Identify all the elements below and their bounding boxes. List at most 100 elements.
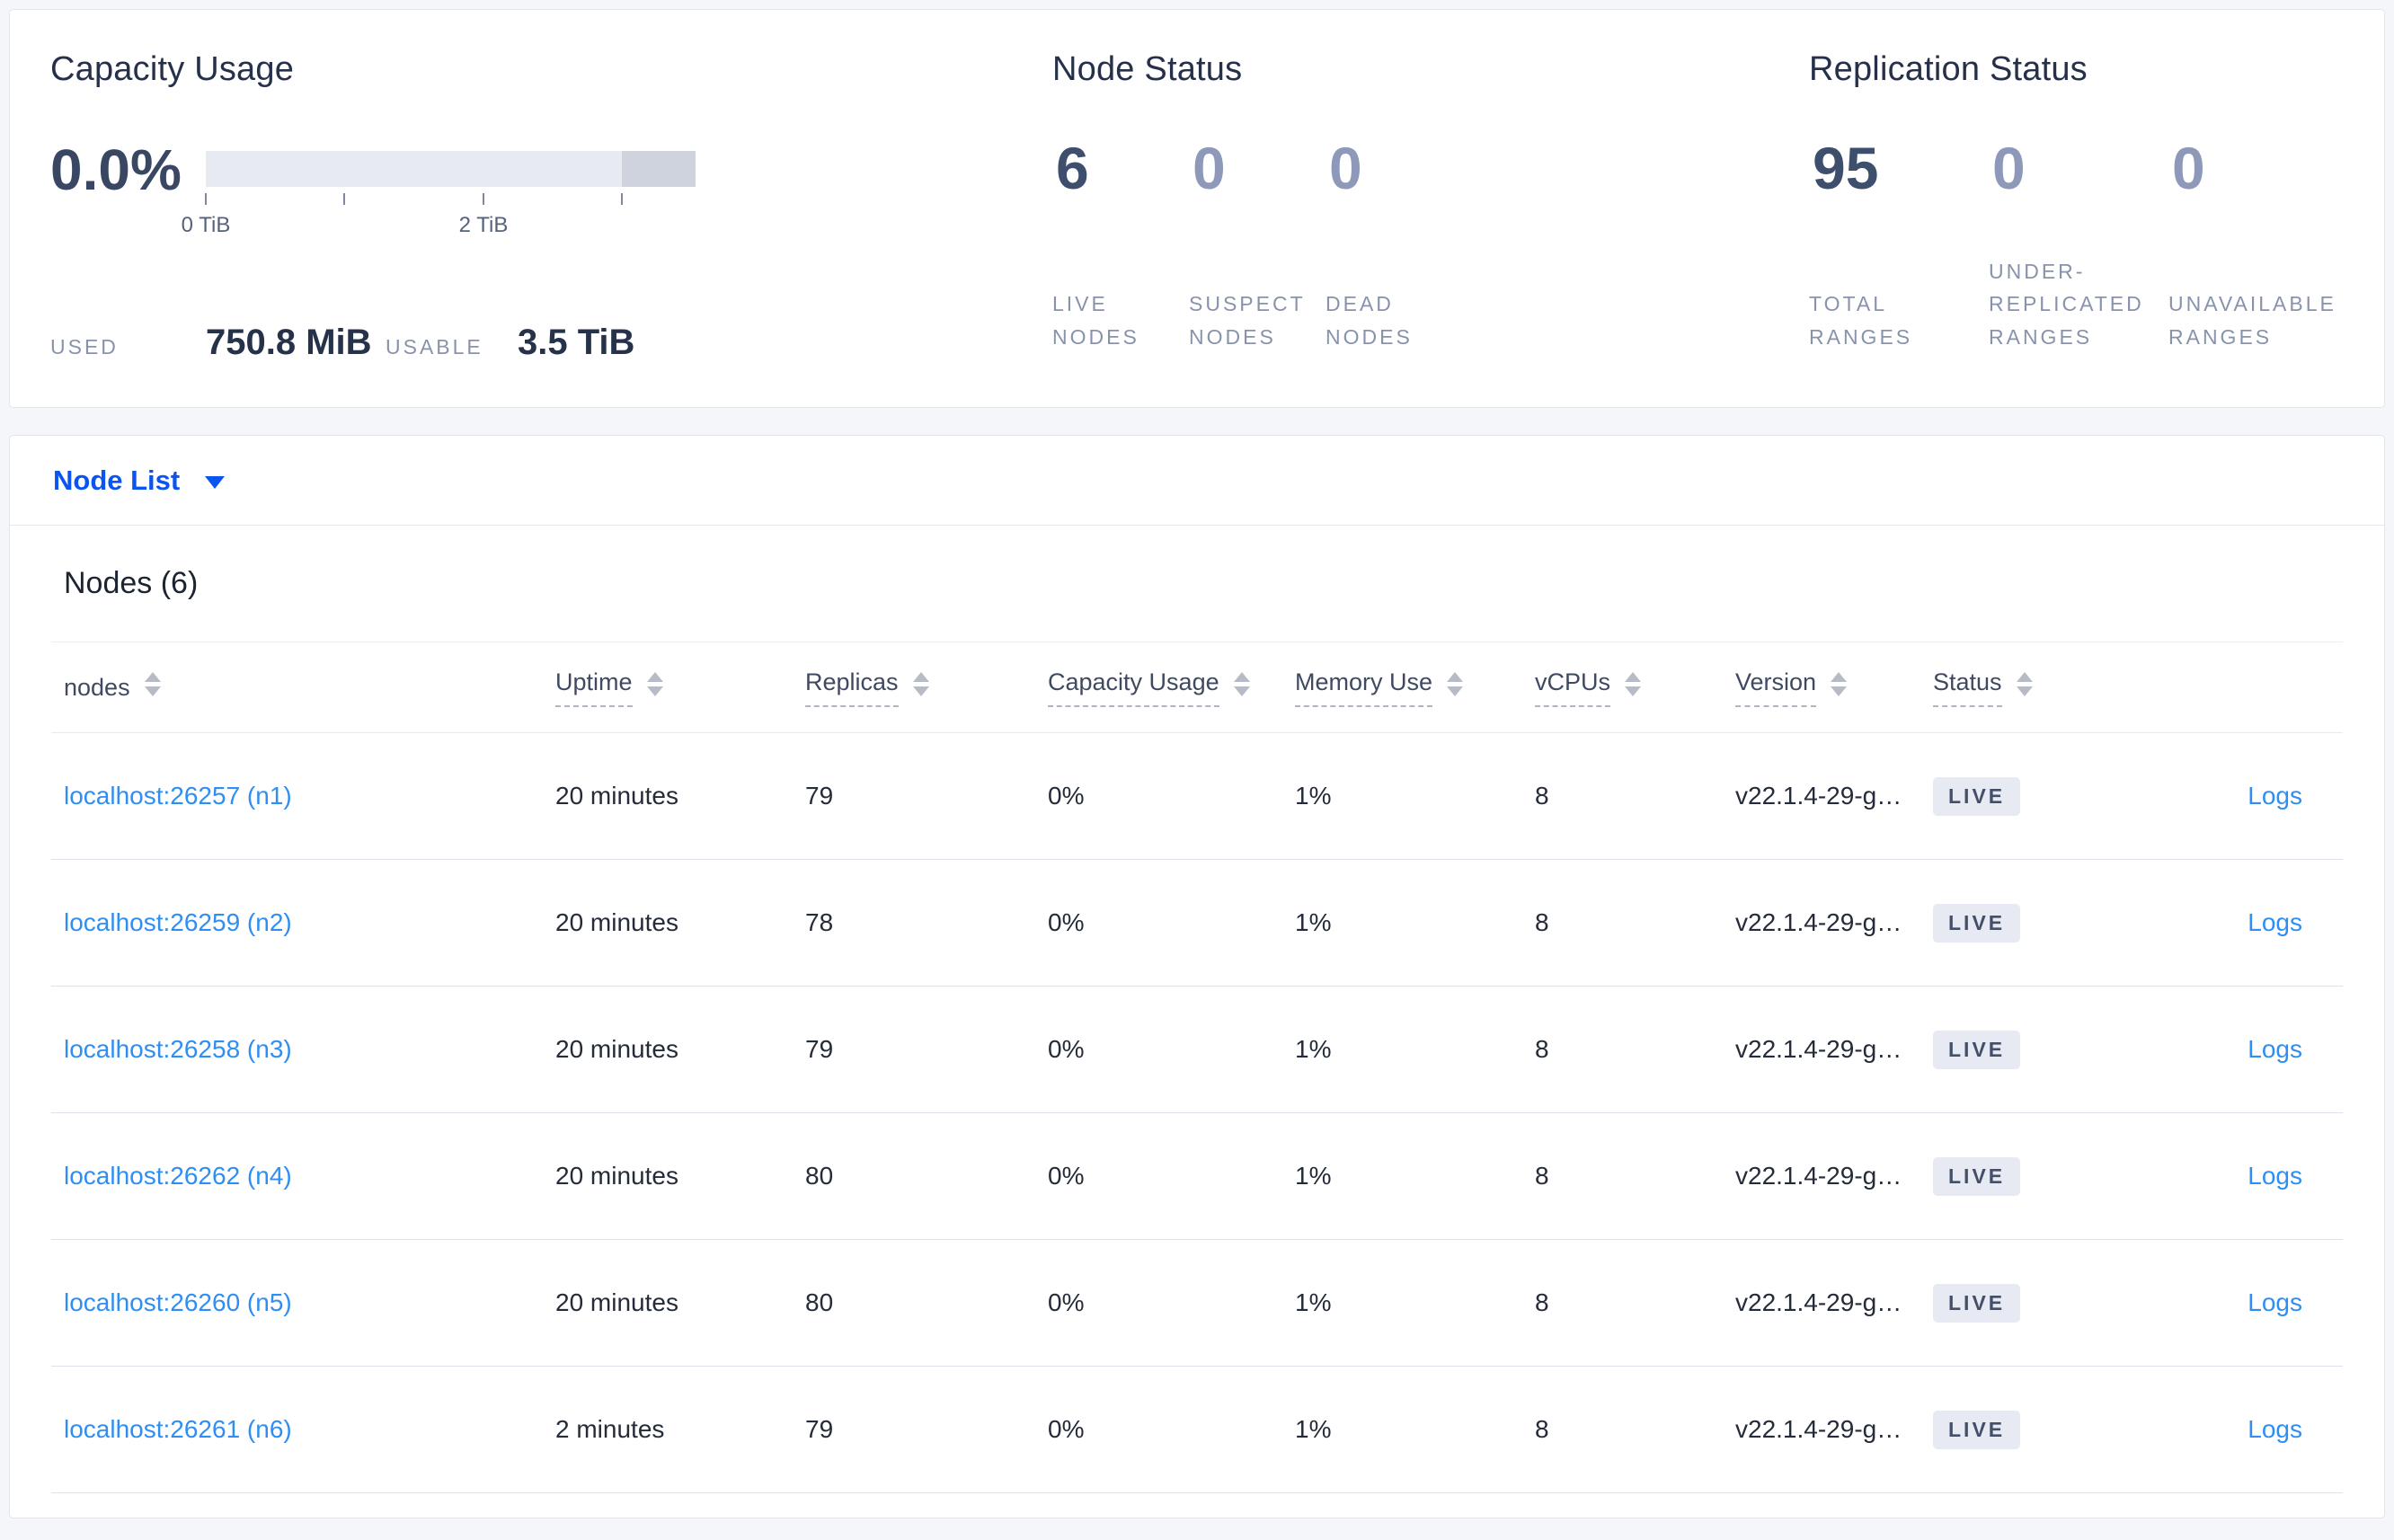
replicas-cell: 78 [805,908,834,936]
stat-unavailable-ranges: 0 UNAVAILABLE RANGES [2168,138,2335,354]
replicas-cell: 80 [805,1162,834,1190]
version-cell: v22.1.4-29-g… [1735,1288,1902,1316]
stat-total-ranges: 95 TOTAL RANGES [1809,138,1975,354]
stat-dead-nodes: 0 DEAD NODES [1326,138,1447,354]
replicas-cell: 80 [805,1288,834,1316]
vcpus-cell: 8 [1535,1035,1549,1063]
status-badge: LIVE [1933,1283,2021,1323]
axis-tick-label: 0 TiB [181,213,231,237]
vcpus-cell: 8 [1535,782,1549,810]
status-badge: LIVE [1933,1410,2021,1449]
table-row: localhost:26258 (n3) 20 minutes 79 0% 1%… [51,987,2343,1113]
vcpus-cell: 8 [1535,1162,1549,1190]
axis-tick [205,193,207,205]
stat-label: LIVE NODES [1052,292,1139,350]
node-link[interactable]: localhost:26261 (n6) [64,1415,292,1443]
capacity-bar-dark-segment [622,151,696,187]
used-value: 750.8 MiB [206,323,372,362]
column-header-vcpus[interactable]: vCPUs [1535,668,1735,707]
sort-icon [1625,672,1642,697]
node-link[interactable]: localhost:26257 (n1) [64,782,292,810]
cluster-overview-page: Capacity Usage 0.0% 0 TiB 2 TiB USED 750… [0,9,2394,1518]
stat-label: UNAVAILABLE RANGES [2168,292,2336,350]
stat-value: 0 [1193,135,1226,201]
logs-link[interactable]: Logs [2248,1415,2302,1443]
column-header-status[interactable]: Status [1933,668,2158,707]
stat-under-replicated-ranges: 0 UNDER-REPLICATED RANGES [1989,138,2155,354]
stat-label: SUSPECT NODES [1189,292,1306,350]
sort-icon [912,672,929,697]
uptime-cell: 20 minutes [555,908,678,936]
logs-link[interactable]: Logs [2248,908,2302,936]
summary-panel: Capacity Usage 0.0% 0 TiB 2 TiB USED 750… [9,9,2385,408]
status-badge: LIVE [1933,1030,2021,1069]
stat-label: UNDER-REPLICATED RANGES [1989,259,2144,350]
stat-value: 0 [1329,135,1362,201]
nodes-count-title: Nodes (6) [51,526,2343,642]
capacity-usage-section: Capacity Usage 0.0% 0 TiB 2 TiB USED 750… [10,10,1052,407]
replication-status-section: Replication Status 95 TOTAL RANGES 0 UND… [1809,10,2384,407]
version-cell: v22.1.4-29-g… [1735,1035,1902,1063]
vcpus-cell: 8 [1535,1415,1549,1443]
replicas-cell: 79 [805,1415,834,1443]
vcpus-cell: 8 [1535,908,1549,936]
column-header-capacity-usage[interactable]: Capacity Usage [1048,668,1295,707]
chevron-down-icon [205,475,226,489]
capacity-cell: 0% [1048,782,1085,810]
node-link[interactable]: localhost:26259 (n2) [64,908,292,936]
node-link[interactable]: localhost:26260 (n5) [64,1288,292,1316]
capacity-usage-title: Capacity Usage [50,50,295,88]
capacity-cell: 0% [1048,1035,1085,1063]
table-row: localhost:26262 (n4) 20 minutes 80 0% 1%… [51,1113,2343,1240]
replicas-cell: 79 [805,782,834,810]
usable-label: USABLE [386,335,483,358]
node-list-dropdown[interactable]: Node List [53,464,226,497]
axis-tick-label: 2 TiB [458,213,509,237]
capacity-metrics: USED 750.8 MiB USABLE 3.5 TiB [50,323,1052,363]
sort-icon [1447,672,1464,697]
logs-link[interactable]: Logs [2248,1288,2302,1316]
capacity-cell: 0% [1048,908,1085,936]
capacity-bar [206,151,696,187]
stat-live-nodes: 6 LIVE NODES [1052,138,1174,354]
table-header-row: nodes Uptime Replicas Capacity Usage Mem… [51,642,2343,733]
version-cell: v22.1.4-29-g… [1735,908,1902,936]
capacity-bar-chart: 0 TiB 2 TiB [182,151,696,240]
logs-link[interactable]: Logs [2248,782,2302,810]
memory-cell: 1% [1295,1035,1332,1063]
logs-link[interactable]: Logs [2248,1162,2302,1190]
sort-icon [646,672,663,697]
stat-value: 0 [2172,135,2205,201]
uptime-cell: 20 minutes [555,1162,678,1190]
logs-link[interactable]: Logs [2248,1035,2302,1063]
memory-cell: 1% [1295,1162,1332,1190]
stat-value: 6 [1056,135,1089,201]
node-list-panel: Node List Nodes (6) nodes Uptime Replica… [9,435,2385,1518]
axis-tick [483,193,484,205]
version-cell: v22.1.4-29-g… [1735,1162,1902,1190]
replication-status-title: Replication Status [1809,50,2088,88]
stat-value: 0 [1992,135,2026,201]
stat-label: TOTAL RANGES [1809,292,1913,350]
stat-suspect-nodes: 0 SUSPECT NODES [1189,138,1310,354]
node-list-dropdown-label: Node List [53,464,181,496]
column-header-memory-use[interactable]: Memory Use [1295,668,1535,707]
table-row: localhost:26259 (n2) 20 minutes 78 0% 1%… [51,860,2343,987]
column-header-nodes[interactable]: nodes [51,672,555,702]
version-cell: v22.1.4-29-g… [1735,782,1902,810]
memory-cell: 1% [1295,908,1332,936]
replicas-cell: 79 [805,1035,834,1063]
column-header-uptime[interactable]: Uptime [555,668,805,707]
status-badge: LIVE [1933,903,2021,943]
memory-cell: 1% [1295,782,1332,810]
capacity-cell: 0% [1048,1162,1085,1190]
sort-icon [1831,672,1848,697]
node-link[interactable]: localhost:26258 (n3) [64,1035,292,1063]
uptime-cell: 20 minutes [555,1035,678,1063]
node-link[interactable]: localhost:26262 (n4) [64,1162,292,1190]
column-header-version[interactable]: Version [1735,668,1933,707]
version-cell: v22.1.4-29-g… [1735,1415,1902,1443]
capacity-axis-ticks [205,193,696,213]
sort-icon [1233,672,1250,697]
column-header-replicas[interactable]: Replicas [805,668,1048,707]
